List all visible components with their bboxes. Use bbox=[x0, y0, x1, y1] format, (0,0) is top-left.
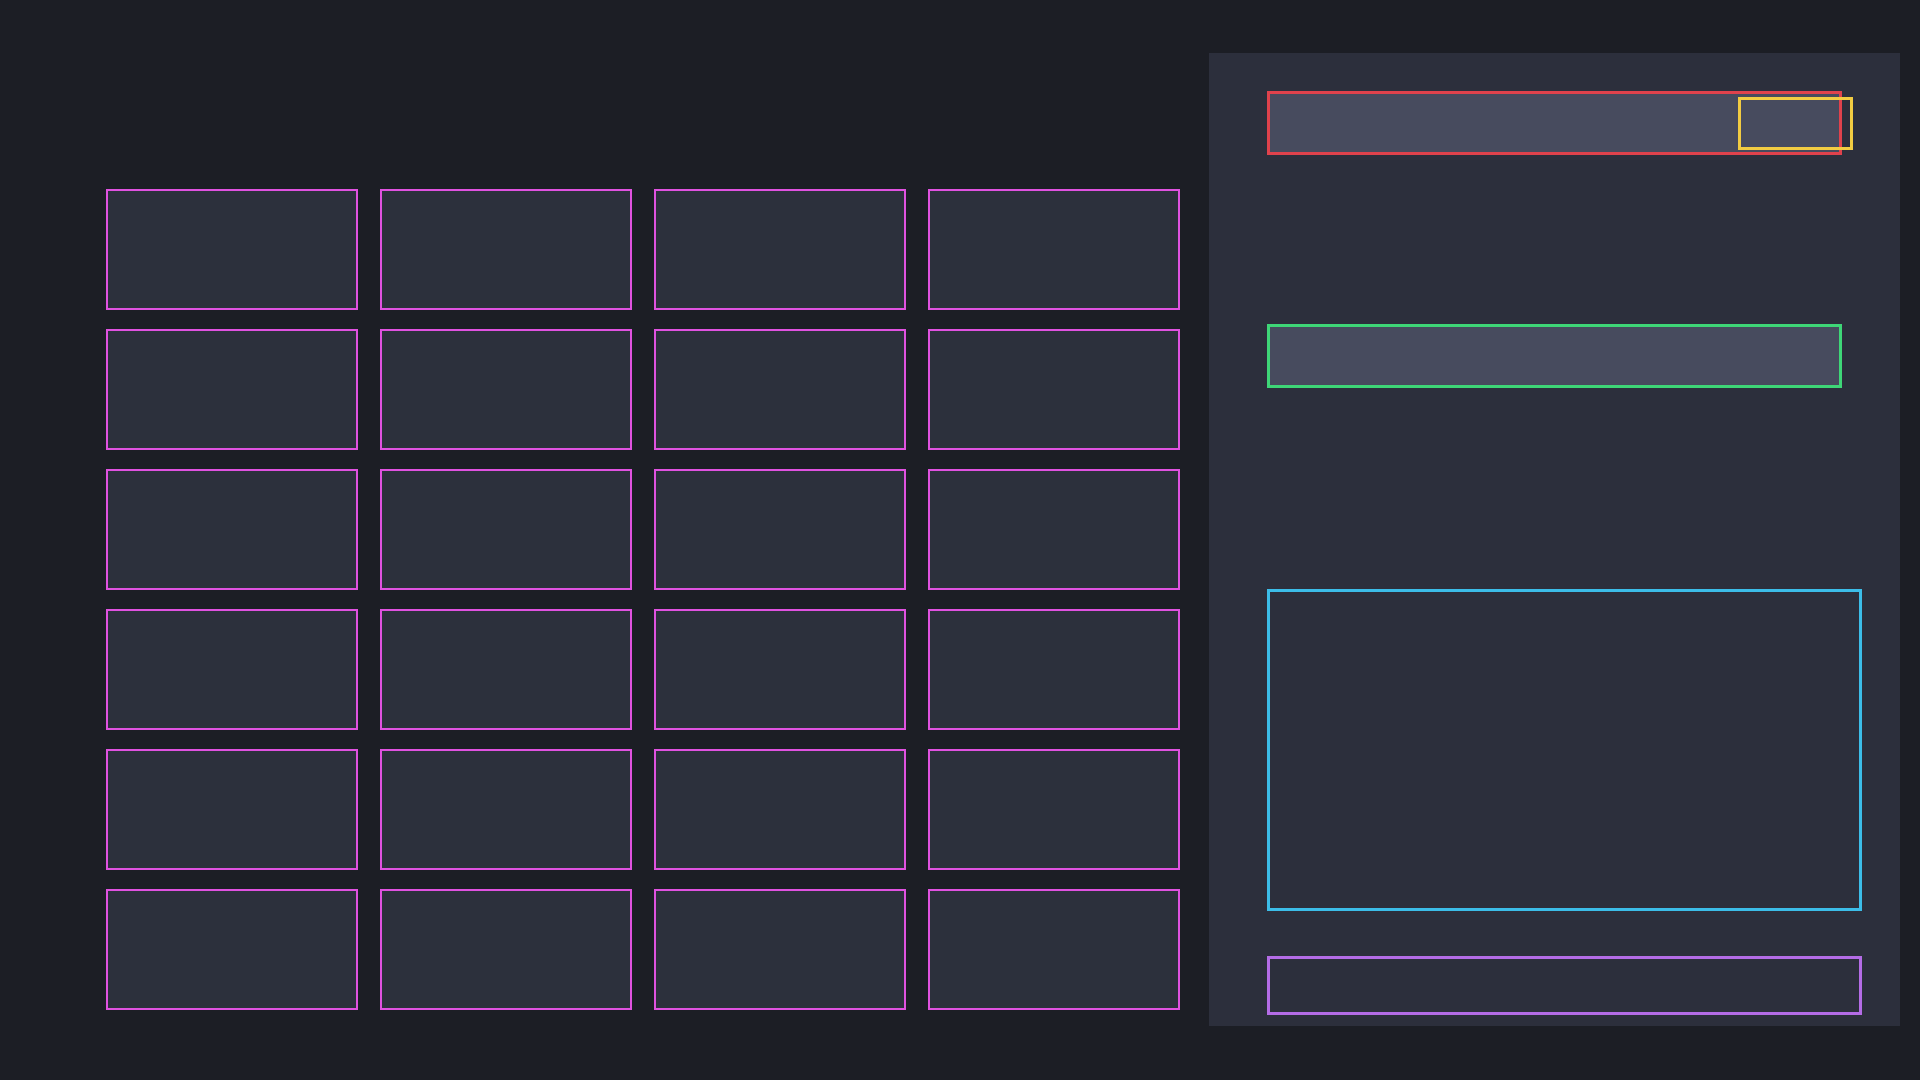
grid-tile[interactable] bbox=[928, 889, 1180, 1010]
grid-tile[interactable] bbox=[380, 329, 632, 450]
grid-tile[interactable] bbox=[654, 889, 906, 1010]
grid-tile[interactable] bbox=[928, 749, 1180, 870]
grid-tile[interactable] bbox=[106, 609, 358, 730]
grid-tile[interactable] bbox=[654, 189, 906, 310]
grid-tile[interactable] bbox=[380, 469, 632, 590]
grid-tile[interactable] bbox=[380, 889, 632, 1010]
grid-tile[interactable] bbox=[106, 329, 358, 450]
app-root bbox=[0, 0, 1920, 1080]
grid-tile[interactable] bbox=[928, 609, 1180, 730]
bottom-bar[interactable] bbox=[1267, 956, 1862, 1015]
top-input-button[interactable] bbox=[1738, 97, 1853, 150]
grid-tile[interactable] bbox=[380, 749, 632, 870]
grid-tile[interactable] bbox=[106, 889, 358, 1010]
content-area[interactable] bbox=[1267, 589, 1862, 911]
grid-tile[interactable] bbox=[928, 329, 1180, 450]
grid-tile[interactable] bbox=[928, 189, 1180, 310]
tile-grid bbox=[106, 189, 1181, 1010]
grid-tile[interactable] bbox=[106, 189, 358, 310]
grid-tile[interactable] bbox=[654, 469, 906, 590]
grid-tile[interactable] bbox=[928, 469, 1180, 590]
grid-tile[interactable] bbox=[380, 609, 632, 730]
grid-tile[interactable] bbox=[106, 469, 358, 590]
grid-tile[interactable] bbox=[106, 749, 358, 870]
grid-tile[interactable] bbox=[654, 329, 906, 450]
grid-tile[interactable] bbox=[380, 189, 632, 310]
grid-tile[interactable] bbox=[654, 609, 906, 730]
side-panel bbox=[1209, 53, 1900, 1026]
grid-tile[interactable] bbox=[654, 749, 906, 870]
second-input[interactable] bbox=[1267, 324, 1842, 388]
